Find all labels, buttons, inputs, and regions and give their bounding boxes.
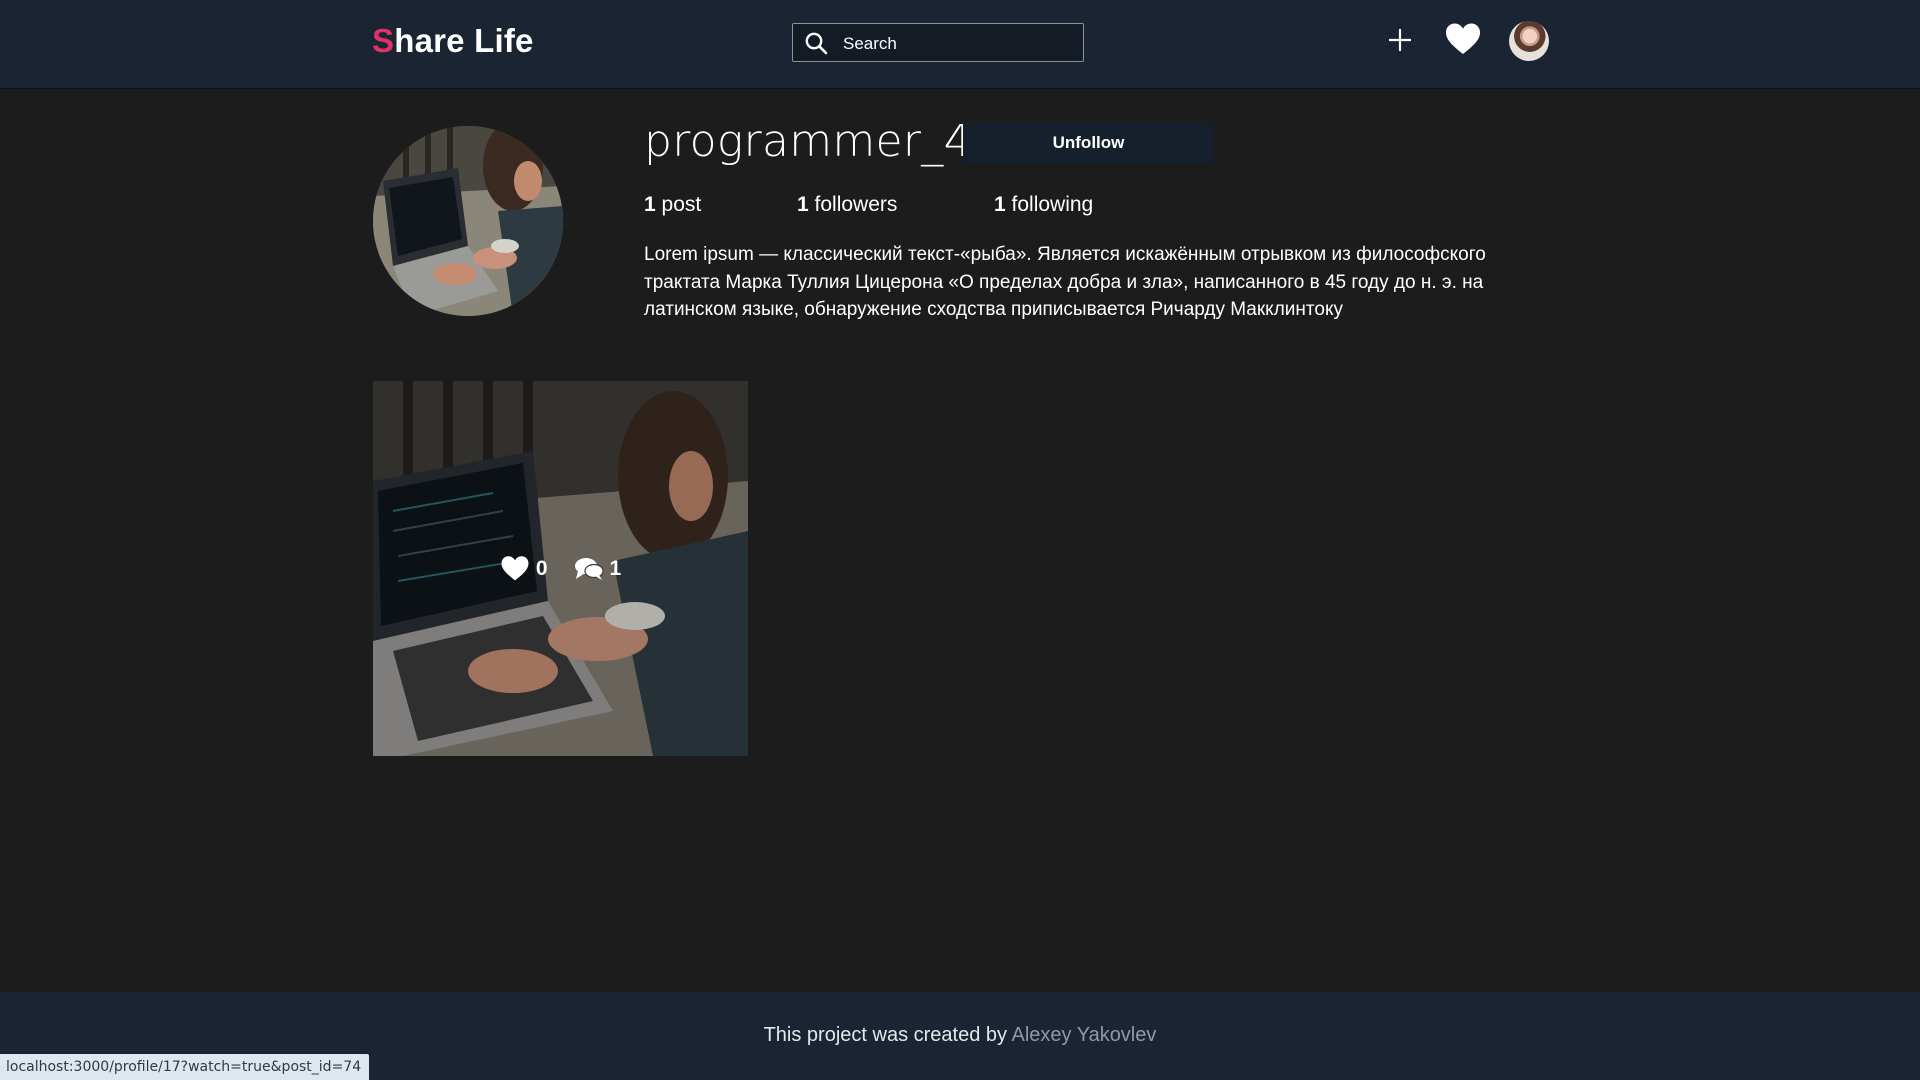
plus-icon[interactable] — [1386, 26, 1414, 54]
status-bar-url: localhost:3000/profile/17?watch=true&pos… — [0, 1054, 370, 1080]
posts-label: post — [655, 193, 702, 216]
footer-credit: This project was created by Alexey Yakov… — [0, 1024, 1920, 1047]
logo-text: hare Life — [394, 22, 534, 59]
logo-accent-letter: S — [372, 22, 395, 59]
footer-text: This project was created by — [763, 1024, 1012, 1046]
stat-following[interactable]: 1 following — [994, 193, 1093, 217]
following-count: 1 — [994, 193, 1006, 216]
post-overlay: 0 1 — [373, 381, 748, 756]
profile-bio: Lorem ipsum — классический текст-«рыба».… — [644, 244, 1486, 320]
page: Share Life Search programmer_42 Unfollow… — [0, 0, 1920, 1080]
post-likes: 0 — [500, 555, 548, 582]
search-icon — [805, 32, 828, 55]
stat-posts: 1 post — [644, 193, 701, 217]
avatar[interactable] — [1509, 21, 1549, 61]
profile-avatar — [373, 126, 563, 316]
likes-count: 0 — [535, 556, 548, 580]
search-box[interactable] — [792, 23, 1084, 63]
search-input[interactable] — [841, 24, 1075, 63]
logo-link[interactable]: Share Life — [372, 22, 534, 60]
author-link[interactable]: Alexey Yakovlev — [1011, 1024, 1156, 1046]
heart-icon[interactable] — [1445, 22, 1481, 56]
followers-count: 1 — [797, 193, 809, 216]
post-thumbnail[interactable]: 0 1 — [373, 381, 748, 756]
top-navbar: Share Life — [0, 0, 1920, 89]
post-comments: 1 — [574, 556, 622, 581]
posts-count: 1 — [644, 193, 656, 216]
heart-icon — [501, 556, 529, 581]
stat-followers[interactable]: 1 followers — [797, 193, 897, 217]
following-label: following — [1005, 193, 1094, 216]
unfollow-button[interactable]: Unfollow — [963, 122, 1214, 164]
followers-label: followers — [808, 193, 898, 216]
comments-icon — [574, 557, 604, 580]
comments-count: 1 — [609, 556, 622, 580]
profile-username: programmer_42 — [644, 116, 1001, 167]
